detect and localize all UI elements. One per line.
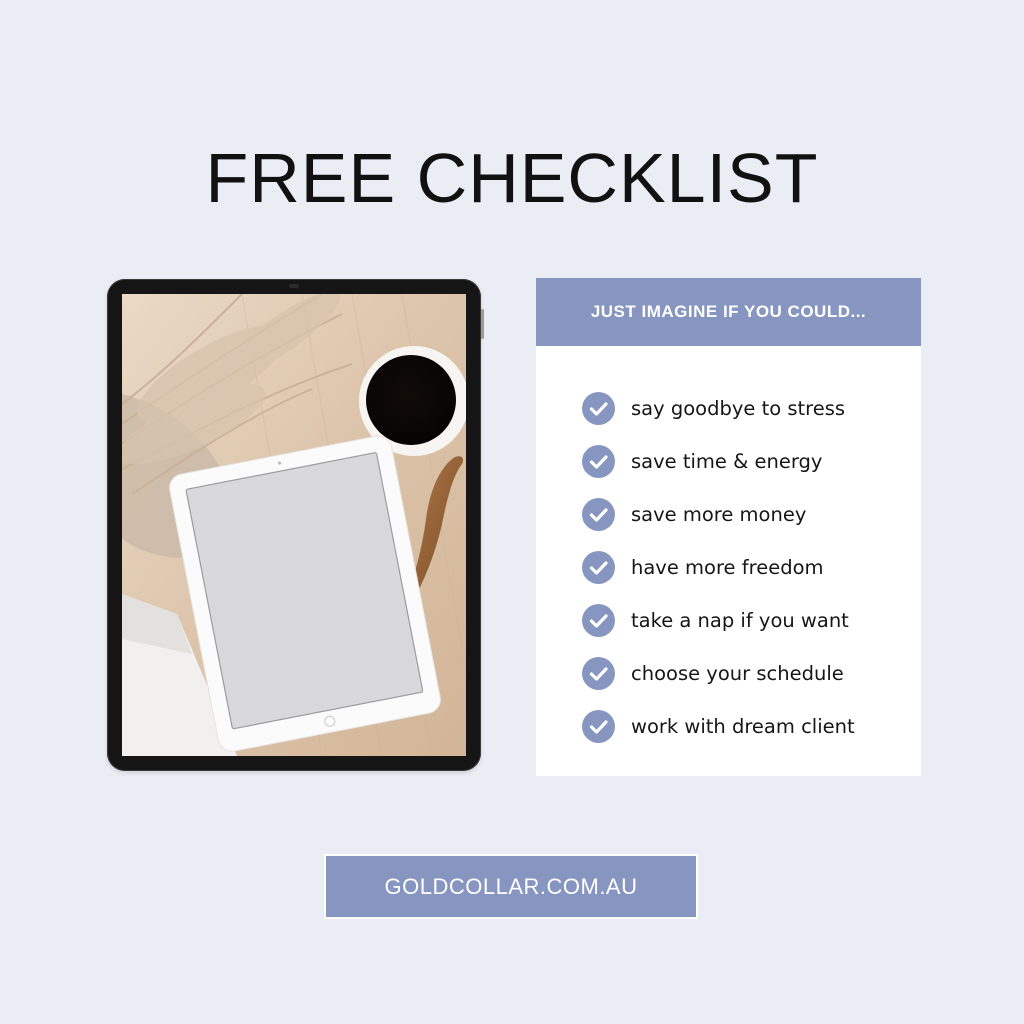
checklist-item-label: save more money bbox=[631, 502, 807, 526]
checklist-item-label: work with dream client bbox=[631, 714, 855, 738]
checklist-item: say goodbye to stress bbox=[582, 382, 855, 435]
check-circle-icon bbox=[582, 498, 615, 531]
checklist-item: save more money bbox=[582, 488, 855, 541]
check-circle-icon bbox=[582, 710, 615, 743]
checklist-panel: JUST IMAGINE IF YOU COULD... say goodbye… bbox=[536, 278, 921, 776]
checklist-item: save time & energy bbox=[582, 435, 855, 488]
checklist: say goodbye to stress save time & energy… bbox=[582, 382, 855, 753]
checklist-item-label: choose your schedule bbox=[631, 661, 844, 685]
checklist-item-label: have more freedom bbox=[631, 555, 824, 579]
check-circle-icon bbox=[582, 657, 615, 690]
checklist-item: have more freedom bbox=[582, 541, 855, 594]
check-circle-icon bbox=[582, 551, 615, 584]
check-circle-icon bbox=[582, 604, 615, 637]
checklist-item-label: say goodbye to stress bbox=[631, 396, 846, 420]
flatlay-photo bbox=[122, 294, 466, 756]
page-title: FREE CHECKLIST bbox=[205, 139, 819, 217]
tablet-camera bbox=[289, 284, 299, 288]
tablet-mockup bbox=[107, 279, 484, 771]
tablet-screen-photo bbox=[122, 294, 466, 756]
checklist-item: take a nap if you want bbox=[582, 594, 855, 647]
check-circle-icon bbox=[582, 392, 615, 425]
checklist-item-label: take a nap if you want bbox=[631, 608, 849, 632]
check-circle-icon bbox=[582, 445, 615, 478]
tablet-side-button bbox=[481, 309, 484, 339]
checklist-item-label: save time & energy bbox=[631, 449, 823, 473]
checklist-item: choose your schedule bbox=[582, 647, 855, 700]
website-button[interactable]: GOLDCOLLAR.COM.AU bbox=[324, 854, 698, 919]
checklist-header: JUST IMAGINE IF YOU COULD... bbox=[536, 278, 921, 346]
checklist-item: work with dream client bbox=[582, 700, 855, 753]
